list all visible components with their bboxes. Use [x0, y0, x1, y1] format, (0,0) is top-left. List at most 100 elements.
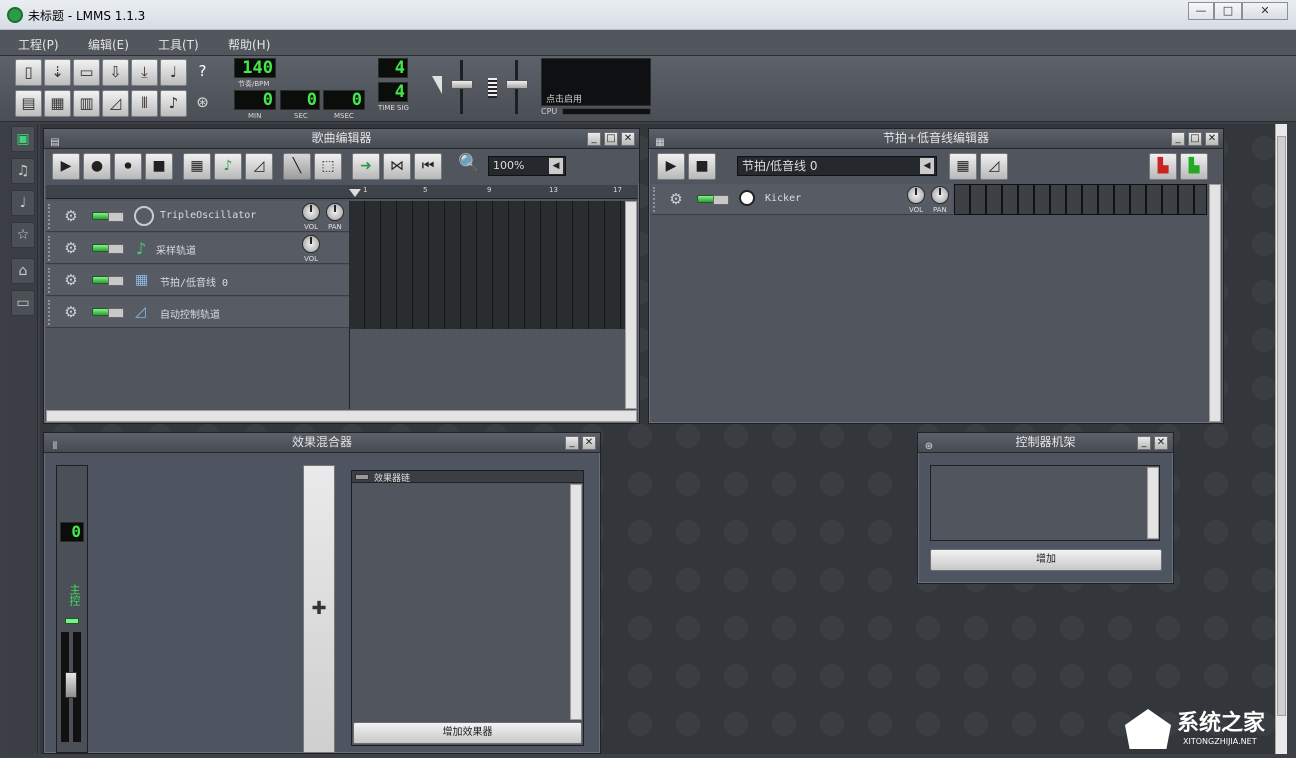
pan-knob[interactable] — [326, 203, 344, 221]
track-name[interactable]: 节拍/低音线 0 — [160, 274, 228, 289]
export-icon[interactable]: ♩ — [160, 59, 187, 86]
chevron-down-icon[interactable]: ◀ — [549, 158, 563, 174]
record-button[interactable]: ● — [83, 153, 111, 180]
track-name[interactable]: TripleOscillator — [160, 210, 256, 221]
mute-toggle[interactable] — [92, 308, 124, 318]
master-volume-handle[interactable] — [451, 80, 473, 89]
volume-knob[interactable] — [302, 203, 320, 221]
controller-rack-minimize-button[interactable]: _ — [1137, 436, 1151, 450]
recent-projects-icon[interactable]: ⇩ — [102, 59, 129, 86]
gear-icon[interactable]: ⚙ — [667, 190, 685, 208]
pattern-select[interactable]: 节拍/低音线 0 ◀ — [737, 156, 937, 176]
mute-toggle[interactable] — [92, 212, 124, 222]
track-row[interactable]: ⚙ ♪ 采样轨道 VOL — [46, 233, 349, 264]
project-notes-icon[interactable]: ♪ — [160, 90, 187, 117]
gear-icon[interactable]: ⚙ — [62, 207, 80, 225]
record-while-playing-button[interactable]: ⏺ — [114, 153, 142, 180]
stop-behaviour-button[interactable]: ⏮ — [414, 153, 442, 180]
song-editor-horizontal-scrollbar[interactable] — [46, 410, 637, 422]
bb-editor-minimize-button[interactable]: _ — [1171, 132, 1185, 146]
controller-list-scrollbar[interactable] — [1147, 467, 1159, 539]
chevron-down-icon[interactable]: ◀ — [920, 158, 934, 174]
loop-points-button[interactable]: ⋈ — [383, 153, 411, 180]
track-grip[interactable] — [48, 236, 52, 261]
edit-mode-button[interactable]: ⬚ — [314, 153, 342, 180]
timesig-numerator-lcd[interactable]: 4 — [378, 58, 408, 78]
add-beat-bassline-button[interactable]: ▦ — [183, 153, 211, 180]
my-presets-icon[interactable]: ♩ — [11, 190, 35, 216]
add-bb-track-button[interactable]: ▦ — [949, 153, 977, 180]
home-folder-icon[interactable]: ⌂ — [11, 258, 35, 284]
play-button[interactable]: ▶ — [52, 153, 80, 180]
bb-stop-button[interactable]: ■ — [688, 153, 716, 180]
instrument-plugins-icon[interactable]: ☆ — [11, 222, 35, 248]
gear-icon[interactable]: ⚙ — [62, 303, 80, 321]
add-sample-track-button[interactable]: ♪ — [214, 153, 242, 180]
volume-knob[interactable] — [907, 186, 925, 204]
bb-editor-vertical-scrollbar[interactable] — [1209, 184, 1221, 422]
menu-project[interactable]: 工程(P) — [18, 36, 59, 53]
oscilloscope[interactable]: 点击启用 — [541, 58, 651, 106]
auto-scroll-button[interactable]: ➜ — [352, 153, 380, 180]
pan-knob[interactable] — [931, 186, 949, 204]
draw-mode-button[interactable]: ╲ — [283, 153, 311, 180]
close-button[interactable]: ✕ — [1242, 2, 1288, 20]
fx-mixer-icon[interactable]: ⫴ — [131, 90, 158, 117]
track-name[interactable]: Kicker — [765, 193, 801, 204]
bb-editor-maximize-button[interactable]: □ — [1188, 132, 1202, 146]
gear-icon[interactable]: ⚙ — [62, 239, 80, 257]
volume-knob[interactable] — [302, 235, 320, 253]
add-controller-button[interactable]: 增加 — [930, 549, 1162, 571]
add-steps-button[interactable]: ▙ — [1180, 153, 1208, 180]
fx-mixer-close-button[interactable]: ✕ — [582, 436, 596, 450]
remove-steps-button[interactable]: ▙ — [1149, 153, 1177, 180]
save-project-icon[interactable]: ⤓ — [131, 59, 158, 86]
piano-roll-icon[interactable]: ▥ — [73, 90, 100, 117]
gear-icon[interactable]: ⚙ — [62, 271, 80, 289]
timesig-denominator-lcd[interactable]: 4 — [378, 82, 408, 102]
root-directory-icon[interactable]: ▭ — [11, 290, 35, 316]
effect-chain-toggle[interactable] — [355, 474, 369, 480]
track-grip[interactable] — [48, 300, 52, 325]
beat-bassline-editor-icon[interactable]: ▦ — [44, 90, 71, 117]
add-channel-button[interactable]: ✚ — [303, 465, 335, 753]
open-project-icon[interactable]: ▭ — [73, 59, 100, 86]
song-pattern-grid[interactable] — [349, 201, 625, 329]
mute-toggle[interactable] — [697, 195, 729, 205]
menu-help[interactable]: 帮助(H) — [228, 36, 270, 53]
mute-toggle[interactable] — [92, 244, 124, 254]
add-automation-track-button[interactable]: ◿ — [245, 153, 273, 180]
minimize-button[interactable]: — — [1188, 2, 1214, 20]
whats-this-icon[interactable]: ? — [189, 59, 216, 86]
add-effect-button[interactable]: 增加效果器 — [353, 722, 582, 744]
bb-track-row[interactable]: ⚙ Kicker VOL PAN — [651, 184, 953, 215]
master-channel-strip[interactable]: 0 主控 — [56, 465, 88, 753]
song-editor-close-button[interactable]: ✕ — [621, 132, 635, 146]
my-samples-icon[interactable]: ♫ — [11, 158, 35, 184]
stop-button[interactable]: ■ — [145, 153, 173, 180]
playhead-marker[interactable] — [349, 189, 361, 197]
song-editor-icon[interactable]: ▤ — [15, 90, 42, 117]
maximize-button[interactable]: □ — [1214, 2, 1242, 20]
timeline-ruler[interactable]: 1 5 9 13 17 — [349, 185, 638, 199]
automation-editor-icon[interactable]: ◿ — [102, 90, 129, 117]
song-editor-maximize-button[interactable]: □ — [604, 132, 618, 146]
track-row[interactable]: ⚙ ▦ 节拍/低音线 0 — [46, 265, 349, 296]
track-row[interactable]: ⚙ ◿ 自动控制轨道 — [46, 297, 349, 328]
controller-rack-icon[interactable]: ⊛ — [189, 90, 216, 117]
song-editor-minimize-button[interactable]: _ — [587, 132, 601, 146]
track-grip[interactable] — [48, 204, 52, 229]
my-projects-icon[interactable]: ▣ — [11, 126, 35, 152]
track-row[interactable]: ⚙ TripleOscillator VOL PAN — [46, 201, 349, 232]
new-from-template-icon[interactable]: ⇣ — [44, 59, 71, 86]
add-automation-button[interactable]: ◿ — [980, 153, 1008, 180]
track-name[interactable]: 自动控制轨道 — [160, 306, 220, 321]
tempo-lcd[interactable]: 140 — [234, 58, 276, 78]
song-editor-vertical-scrollbar[interactable] — [625, 201, 637, 409]
controller-rack-close-button[interactable]: ✕ — [1154, 436, 1168, 450]
track-grip[interactable] — [48, 268, 52, 293]
step-sequencer[interactable] — [954, 184, 1207, 215]
mute-toggle[interactable] — [92, 276, 124, 286]
bb-editor-close-button[interactable]: ✕ — [1205, 132, 1219, 146]
channel-fader[interactable] — [65, 672, 77, 698]
